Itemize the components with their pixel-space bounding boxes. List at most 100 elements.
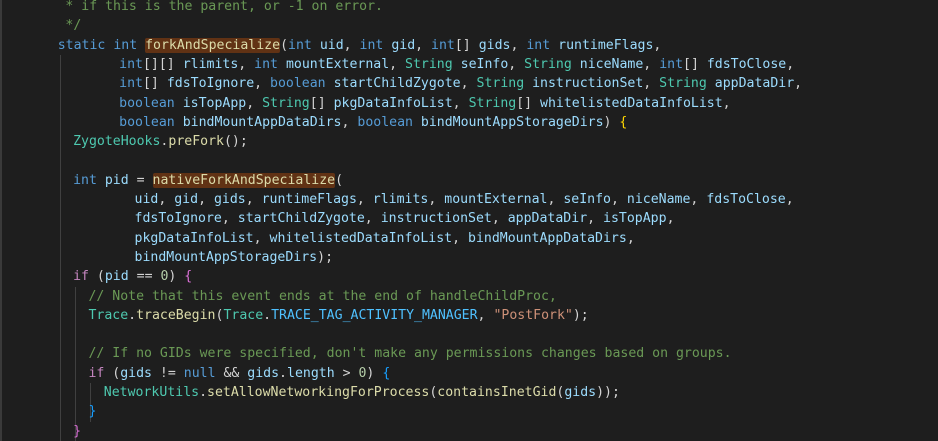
code-token-plain: , bbox=[452, 95, 469, 111]
code-line[interactable]: if (pid == 0) { bbox=[73, 267, 192, 287]
code-token-param: mountExternal bbox=[285, 56, 390, 72]
code-token-param: startChildZygote bbox=[333, 76, 461, 92]
code-line[interactable]: fdsToIgnore, startChildZygote, instructi… bbox=[135, 209, 675, 229]
code-line[interactable]: int[][] rlimits, int mountExternal, Stri… bbox=[119, 55, 794, 75]
code-token-param: instructionSet bbox=[532, 76, 644, 92]
highlighted-function-name: forkAndSpecialize bbox=[145, 37, 281, 53]
code-token-param: bindMountAppDataDirs bbox=[468, 230, 627, 246]
code-token-plain: , bbox=[508, 56, 525, 72]
code-token-param: whitelistedDataInfoList bbox=[540, 95, 723, 111]
code-line[interactable]: Trace.traceBegin(Trace.TRACE_TAG_ACTIVIT… bbox=[88, 306, 588, 326]
gutter-marker bbox=[0, 112, 2, 133]
code-line[interactable]: pkgDataInfoList, whitelistedDataInfoList… bbox=[135, 229, 635, 249]
code-token-plain: ); bbox=[317, 249, 334, 265]
code-token-plain: , bbox=[238, 56, 255, 72]
code-token-type: Trace bbox=[223, 307, 264, 323]
code-line[interactable]: boolean bindMountAppDataDirs, boolean bi… bbox=[119, 113, 627, 133]
code-line[interactable]: */ bbox=[65, 16, 81, 36]
code-token-param: startChildZygote bbox=[237, 211, 365, 227]
code-token-plain: , bbox=[690, 192, 707, 207]
gutter-marker bbox=[0, 286, 2, 306]
code-token-plain: , bbox=[460, 76, 477, 92]
code-token-plain: , bbox=[477, 307, 494, 323]
code-token-param: seInfo bbox=[460, 56, 509, 72]
code-line[interactable]: } bbox=[88, 402, 96, 422]
code-token-plain: , bbox=[666, 211, 675, 227]
gutter-marker bbox=[0, 74, 2, 94]
code-token-type: ZygoteHooks bbox=[73, 134, 161, 150]
code-token-plain: , bbox=[245, 192, 262, 207]
code-token-keyword: int bbox=[113, 37, 138, 53]
code-token-plain: ( bbox=[280, 37, 289, 53]
code-token-string: "PostFork" bbox=[493, 307, 573, 323]
gutter-marker bbox=[0, 305, 2, 326]
code-token-type: String bbox=[476, 76, 525, 92]
code-token-param: gids bbox=[478, 37, 511, 53]
code-token-param: isTopApp bbox=[182, 95, 247, 111]
code-token-brace3: } bbox=[88, 404, 97, 420]
code-token-type: String bbox=[405, 56, 453, 72]
code-line[interactable]: ZygoteHooks.preFork(); bbox=[73, 132, 248, 152]
code-token-plain: , bbox=[356, 192, 373, 207]
code-token-keyword: boolean bbox=[119, 114, 175, 130]
gutter-marker bbox=[0, 132, 2, 152]
code-token-plain: , bbox=[722, 95, 731, 111]
code-line[interactable]: NetworkUtils.setAllowNetworkingForProces… bbox=[104, 383, 620, 403]
code-line[interactable]: } bbox=[73, 422, 81, 441]
code-line[interactable]: uid, gid, gids, runtimeFlags, rlimits, m… bbox=[135, 190, 794, 210]
code-token-func: preFork bbox=[168, 134, 224, 150]
code-line[interactable]: if (gids != null && gids.length > 0) { bbox=[88, 364, 390, 384]
code-token-param: gid bbox=[174, 192, 199, 207]
code-line[interactable]: bindMountAppStorageDirs); bbox=[135, 248, 334, 268]
code-line[interactable]: * if this is the parent, or -1 on error. bbox=[65, 0, 383, 17]
code-token-plain: [] bbox=[454, 37, 479, 53]
code-token-param: fdsToIgnore bbox=[166, 76, 255, 92]
code-editor[interactable]: * if this is the parent, or -1 on error.… bbox=[0, 0, 938, 441]
code-token-keyword: int bbox=[359, 37, 384, 53]
gutter-marker bbox=[0, 35, 2, 56]
code-token-plain: , bbox=[510, 37, 527, 53]
code-token-param: uid bbox=[134, 192, 159, 207]
code-token-control: if bbox=[88, 365, 105, 381]
code-token-type: Trace bbox=[88, 307, 129, 323]
code-token-param: niceName bbox=[579, 56, 644, 72]
code-token-plain: , bbox=[587, 211, 604, 227]
code-token-func: containsInetGid bbox=[437, 385, 557, 400]
gutter-marker bbox=[0, 16, 2, 36]
code-line[interactable]: // Note that this event ends at the end … bbox=[88, 287, 556, 307]
code-line[interactable]: // If no GIDs were specified, don't make… bbox=[88, 344, 731, 364]
code-token-keyword: boolean bbox=[357, 114, 413, 130]
code-token-brace2: { bbox=[184, 269, 193, 285]
code-token-keyword: int bbox=[526, 37, 551, 53]
code-token-plain: . bbox=[199, 385, 208, 400]
code-token-param: length bbox=[287, 365, 335, 381]
code-token-func: setAllowNetworkingForProcess bbox=[207, 385, 430, 400]
code-token-plain: , bbox=[611, 192, 627, 207]
code-token-plain: [] bbox=[683, 56, 707, 72]
code-token-type: String bbox=[524, 56, 572, 72]
code-line[interactable]: static int forkAndSpecialize(int uid, in… bbox=[58, 36, 661, 56]
gutter-marker bbox=[0, 54, 2, 75]
code-token-type: String bbox=[659, 76, 707, 92]
code-token-param: gids bbox=[247, 365, 280, 381]
code-token-plain: [][] bbox=[142, 56, 183, 72]
code-token-plain: , bbox=[221, 211, 238, 227]
code-line[interactable]: int pid = nativeForkAndSpecialize( bbox=[73, 171, 343, 191]
code-token-plain: [] bbox=[142, 76, 167, 92]
gutter-marker bbox=[0, 209, 2, 229]
gutter-marker bbox=[0, 421, 2, 441]
code-token-plain: [] bbox=[516, 95, 541, 111]
code-line[interactable]: boolean isTopApp, String[] pkgDataInfoLi… bbox=[119, 94, 730, 114]
code-line[interactable]: int[] fdsToIgnore, boolean startChildZyg… bbox=[119, 74, 802, 94]
code-token-plain: , bbox=[341, 114, 358, 130]
code-token-plain: ( bbox=[104, 365, 121, 381]
code-token-func: traceBegin bbox=[136, 307, 216, 323]
code-token-param: niceName bbox=[626, 192, 691, 207]
gutter-marker bbox=[0, 325, 2, 345]
